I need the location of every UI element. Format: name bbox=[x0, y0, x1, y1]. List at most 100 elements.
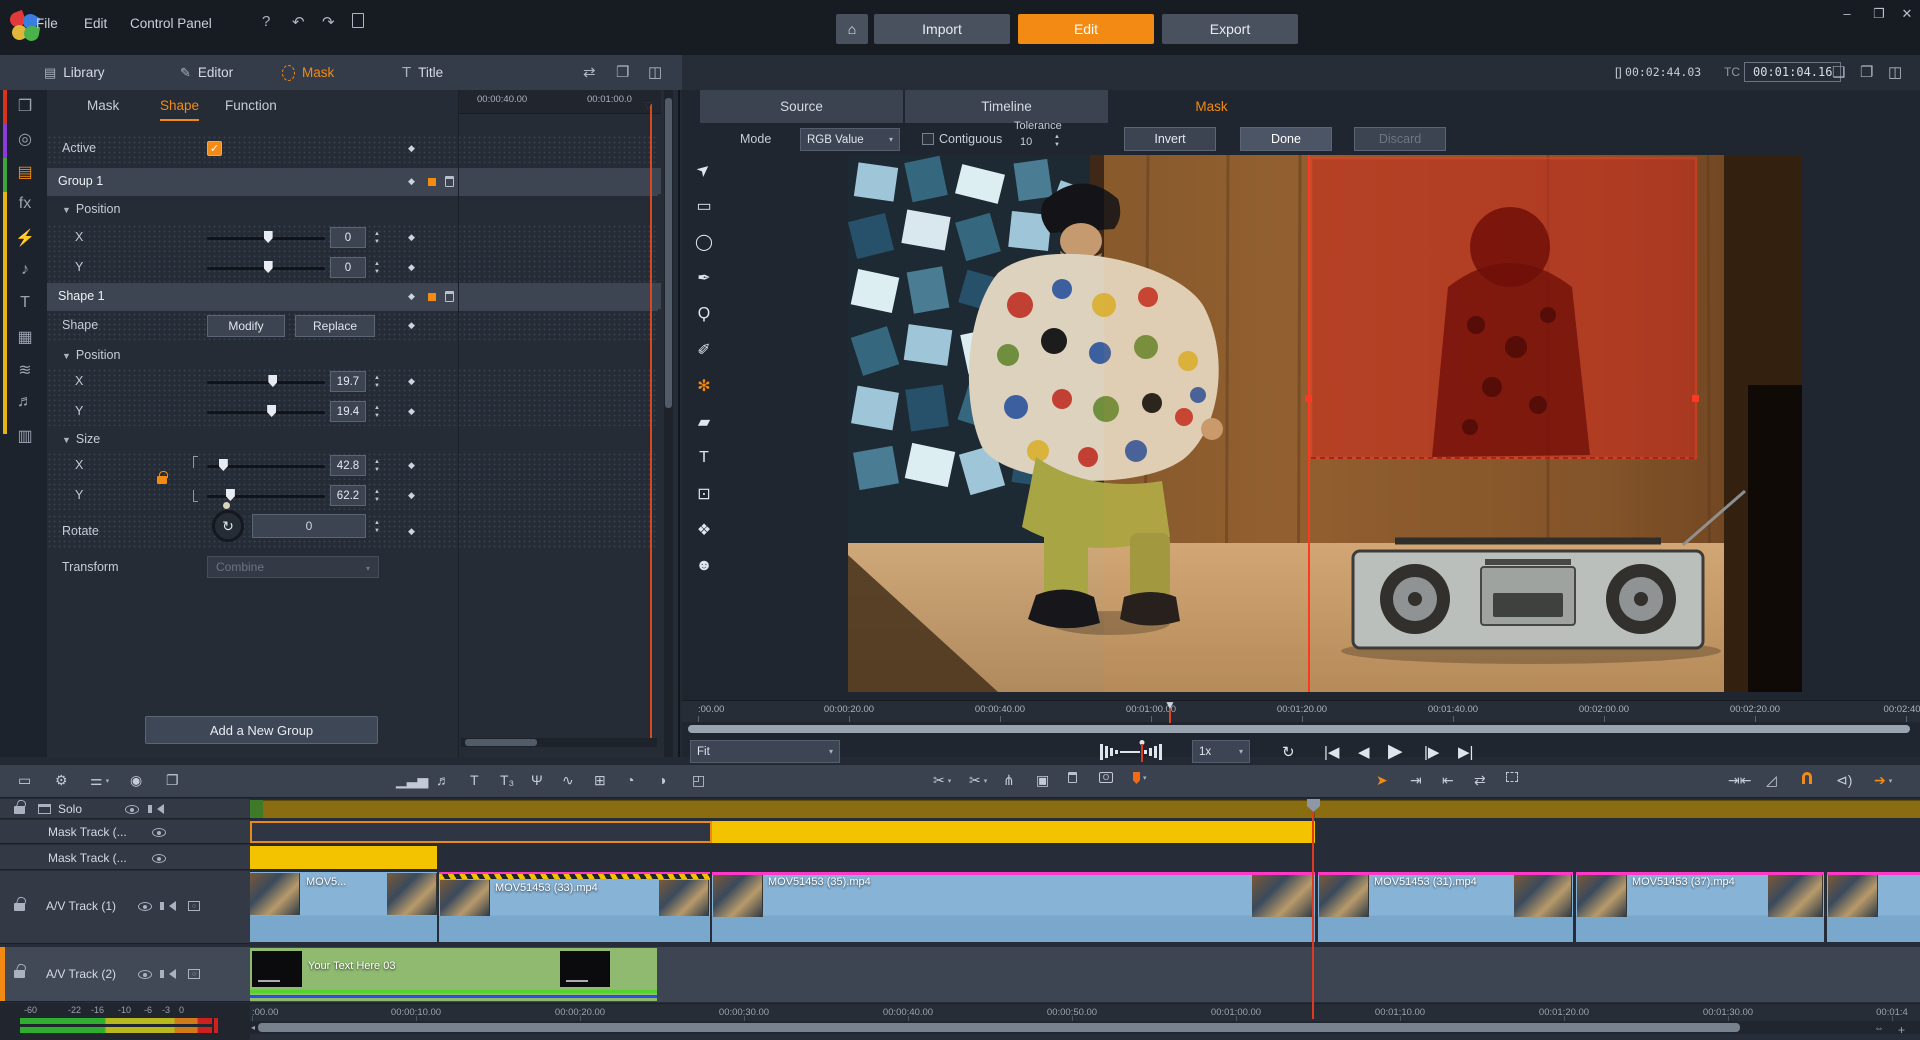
piano-keys-icon[interactable]: ▥ bbox=[13, 426, 37, 446]
size-x-value[interactable]: 42.8 bbox=[330, 455, 366, 476]
swap-panel-icon[interactable]: ⇄ bbox=[583, 63, 596, 81]
montage-icon[interactable]: ⊞ bbox=[594, 772, 606, 789]
split-view-icon[interactable]: ◫ bbox=[648, 63, 662, 81]
home-button[interactable]: ⌂ bbox=[836, 14, 868, 44]
collapse-icon[interactable]: ▼ bbox=[62, 351, 71, 361]
split-clip-icon[interactable]: ✂▾ bbox=[933, 772, 951, 789]
export-nav-button[interactable]: Export bbox=[1162, 14, 1298, 44]
preview-tab-timeline[interactable]: Timeline bbox=[905, 90, 1108, 123]
video-canvas[interactable] bbox=[848, 155, 1802, 692]
overlays-icon[interactable]: ▦ bbox=[13, 327, 37, 347]
audio-scrub-icon[interactable]: ⊲) bbox=[1836, 772, 1852, 789]
range-select-icon[interactable] bbox=[1506, 772, 1518, 782]
menu-item-edit[interactable]: Edit bbox=[84, 16, 107, 31]
export-frame-icon[interactable]: ⊡ bbox=[690, 480, 718, 508]
help-icon[interactable]: ? bbox=[262, 13, 270, 30]
media-bin-icon[interactable]: ❒ bbox=[13, 96, 37, 116]
text-tool-icon[interactable]: T bbox=[690, 444, 718, 472]
video-clip[interactable]: MOV51453 (35).mp4 bbox=[712, 872, 1315, 942]
timeline-ruler[interactable]: :00.0000:00:10.0000:00:20.0000:00:30.000… bbox=[250, 1003, 1920, 1020]
tab-mask[interactable]: Mask bbox=[282, 55, 334, 90]
video-clip[interactable]: MOV51453 (37).mp4 bbox=[1576, 872, 1824, 942]
av-track1-row[interactable]: MOV5... MOV51453 (33).mp4 MOV51453 (35).… bbox=[250, 871, 1920, 944]
preview-scroll-handle[interactable] bbox=[688, 725, 1910, 733]
minimize-button[interactable]: – bbox=[1834, 6, 1860, 21]
timecode-display[interactable]: 00:01:04.16 bbox=[1744, 62, 1841, 82]
delete-clip-icon[interactable] bbox=[1068, 772, 1077, 783]
keyframe-diamond[interactable]: ◆ bbox=[408, 376, 415, 387]
restore-button[interactable]: ❐ bbox=[1866, 6, 1892, 22]
effects-icon[interactable]: fx bbox=[13, 195, 37, 213]
preview-tab-mask[interactable]: Mask bbox=[1110, 90, 1313, 123]
preview-scrollbar[interactable] bbox=[682, 723, 1920, 735]
snapshot-icon[interactable]: O bbox=[1099, 772, 1113, 783]
select-mode-icon[interactable]: ➤ bbox=[1376, 772, 1388, 789]
video-clip[interactable]: MOV5... bbox=[250, 872, 437, 942]
playback-speed-dropdown[interactable]: 1x▾ bbox=[1192, 740, 1250, 763]
collections-icon[interactable]: ▤ bbox=[13, 162, 37, 182]
active-checkbox[interactable]: ✓ bbox=[207, 141, 222, 156]
rotate-dial-handle[interactable] bbox=[223, 502, 230, 509]
solo-track-row[interactable] bbox=[250, 799, 1920, 819]
tolerance-value[interactable]: 10 bbox=[1020, 136, 1032, 148]
video-clip[interactable]: MOV51453 (33).mp4 bbox=[439, 872, 710, 942]
video-clip[interactable]: MOV51453 (31).mp4 bbox=[1318, 872, 1573, 942]
kf-hscrollbar[interactable] bbox=[461, 738, 657, 747]
keyframe-editor-icon[interactable]: ◰ bbox=[692, 772, 705, 789]
track-header-av2[interactable]: A/V Track (2) ○ bbox=[0, 947, 250, 1002]
eye-icon[interactable] bbox=[125, 805, 139, 814]
menu-item-control-panel[interactable]: Control Panel bbox=[130, 16, 212, 31]
magic-wand-tool-icon[interactable]: ✻ bbox=[690, 372, 718, 400]
preview-tab-source[interactable]: Source bbox=[700, 90, 903, 123]
zoom-fit-dropdown[interactable]: Fit▾ bbox=[690, 740, 840, 763]
group-x-slider[interactable] bbox=[207, 237, 325, 240]
eye-icon[interactable] bbox=[138, 970, 152, 979]
volume-line[interactable] bbox=[250, 995, 657, 998]
keyframe-diamond[interactable]: ◆ bbox=[408, 320, 415, 331]
mask-track1-row[interactable] bbox=[250, 820, 1920, 844]
group-y-stepper[interactable]: ▲▼ bbox=[370, 257, 384, 278]
size-lock-icon[interactable] bbox=[157, 476, 167, 484]
speaker-icon[interactable] bbox=[164, 901, 176, 911]
multi-trim-icon[interactable]: ⋔ bbox=[1003, 772, 1015, 789]
go-end-icon[interactable]: ▶| bbox=[1458, 743, 1473, 761]
kf-hscroll-handle[interactable] bbox=[465, 739, 537, 746]
timeline-playhead-line[interactable] bbox=[1312, 799, 1314, 1019]
time-remap-icon[interactable]: ◔ bbox=[626, 772, 634, 788]
keyframe-playhead-line[interactable] bbox=[650, 104, 652, 744]
pen-tool-icon[interactable]: ✒ bbox=[690, 264, 718, 292]
select-tool-icon[interactable]: ➤ bbox=[690, 156, 718, 184]
shape-y-slider[interactable] bbox=[207, 411, 325, 414]
keyframe-square-icon[interactable] bbox=[428, 178, 436, 186]
overview-strip[interactable] bbox=[250, 800, 1920, 818]
invert-button[interactable]: Invert bbox=[1124, 127, 1216, 151]
loop-icon[interactable]: ↻ bbox=[1282, 743, 1295, 761]
roll-edit-icon[interactable]: ⇄ bbox=[1474, 772, 1486, 789]
fade-icon[interactable]: ◑ bbox=[658, 772, 666, 788]
disc-author-icon[interactable]: ◉ bbox=[130, 772, 142, 789]
eye-icon[interactable] bbox=[138, 902, 152, 911]
panel-tab-shape[interactable]: Shape bbox=[160, 98, 199, 121]
score-icon[interactable]: ♬ bbox=[436, 772, 450, 788]
keyframe-square-icon[interactable] bbox=[428, 293, 436, 301]
timeline-scrollbar[interactable]: ◂ bbox=[250, 1021, 1920, 1034]
track-list-icon[interactable] bbox=[38, 804, 51, 814]
shuttle-control[interactable] bbox=[1098, 740, 1164, 764]
eraser-tool-icon[interactable]: ▰ bbox=[690, 408, 718, 436]
audio-mixer-icon[interactable]: ▁▃▅ bbox=[396, 772, 428, 789]
shape-x-value[interactable]: 19.7 bbox=[330, 371, 366, 392]
keyframe-diamond[interactable]: ◆ bbox=[408, 406, 415, 417]
transform-dropdown[interactable]: Combine ▾ bbox=[207, 556, 379, 578]
mask-clip[interactable] bbox=[712, 821, 1315, 843]
delete-shape-icon[interactable] bbox=[445, 291, 454, 302]
next-frame-icon[interactable]: |▶ bbox=[1424, 743, 1439, 761]
mask-track2-row[interactable] bbox=[250, 845, 1920, 870]
rotate-stepper[interactable]: ▲▼ bbox=[370, 516, 384, 537]
av-track2-row[interactable]: Your Text Here 03 bbox=[250, 947, 1920, 1002]
keyframe-diamond[interactable]: ◆ bbox=[408, 143, 415, 154]
scroll-left-arrow[interactable]: ◂ bbox=[251, 1023, 255, 1032]
audio-score-icon[interactable]: ♬ bbox=[13, 393, 37, 411]
done-button[interactable]: Done bbox=[1240, 127, 1332, 151]
shape-y-value[interactable]: 19.4 bbox=[330, 401, 366, 422]
lock-icon[interactable] bbox=[14, 970, 25, 978]
